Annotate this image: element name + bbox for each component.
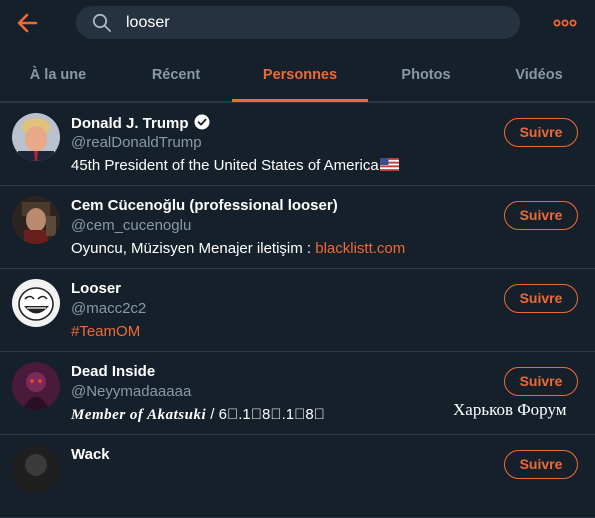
bio-styled-text: Member of Akatsuki — [71, 407, 207, 423]
follow-button[interactable]: Suivre — [504, 367, 578, 396]
avatar[interactable] — [12, 196, 60, 244]
user-name[interactable]: Donald J. Trump — [71, 114, 210, 132]
avatar[interactable] — [12, 113, 60, 161]
hashtag-link[interactable]: #TeamOM — [71, 323, 140, 340]
user-handle: @cem_cucenoglu — [71, 217, 192, 234]
tab-videos[interactable]: Vidéos — [489, 54, 589, 99]
user-name[interactable]: Wack — [71, 446, 110, 463]
search-box[interactable] — [76, 6, 520, 39]
user-handle: @Neyymadaaaaa — [71, 383, 192, 400]
follow-button[interactable]: Suivre — [504, 201, 578, 230]
list-item[interactable]: Wack Suivre — [0, 435, 595, 518]
us-flag-icon — [379, 158, 399, 171]
user-handle: @realDonaldTrump — [71, 134, 202, 151]
user-bio: Oyuncu, Müzisyen Menajer iletişim : blac… — [71, 240, 406, 257]
avatar[interactable] — [12, 445, 60, 493]
user-handle: @macc2c2 — [71, 300, 147, 317]
list-item[interactable]: Donald J. Trump @realDonaldTrump 45th Pr… — [0, 103, 595, 186]
avatar[interactable] — [12, 279, 60, 327]
tab-people[interactable]: Personnes — [232, 54, 368, 102]
user-bio: #TeamOM — [71, 323, 140, 340]
search-input[interactable] — [126, 6, 506, 39]
verified-badge-icon — [194, 114, 210, 130]
user-name[interactable]: Cem Cücenoğlu (professional looser) — [71, 197, 338, 214]
user-name[interactable]: Dead Inside — [71, 363, 155, 380]
search-tabs: À la une Récent Personnes Photos Vidéos — [0, 54, 595, 103]
tab-top[interactable]: À la une — [8, 54, 108, 99]
user-bio: Member of Akatsuki / 6 .1 8 .1 8  — [71, 406, 325, 423]
tab-photos[interactable]: Photos — [376, 54, 476, 99]
top-bar — [0, 0, 595, 46]
avatar[interactable] — [12, 362, 60, 410]
follow-button[interactable]: Suivre — [504, 450, 578, 479]
tab-latest[interactable]: Récent — [126, 54, 226, 99]
watermark: Харьков Форум — [453, 400, 567, 419]
user-bio: 45th President of the United States of A… — [71, 157, 399, 174]
list-item[interactable]: Looser @macc2c2 #TeamOM Suivre — [0, 269, 595, 352]
follow-button[interactable]: Suivre — [504, 284, 578, 313]
list-item[interactable]: Cem Cücenoğlu (professional looser) @cem… — [0, 186, 595, 269]
more-options-icon[interactable] — [552, 13, 578, 33]
user-name[interactable]: Looser — [71, 280, 121, 297]
bio-link[interactable]: blacklistt.com — [315, 240, 405, 257]
follow-button[interactable]: Suivre — [504, 118, 578, 147]
back-arrow-icon[interactable] — [14, 10, 42, 36]
list-item[interactable]: Dead Inside @Neyymadaaaaa Member of Akat… — [0, 352, 595, 435]
search-icon — [92, 13, 112, 33]
